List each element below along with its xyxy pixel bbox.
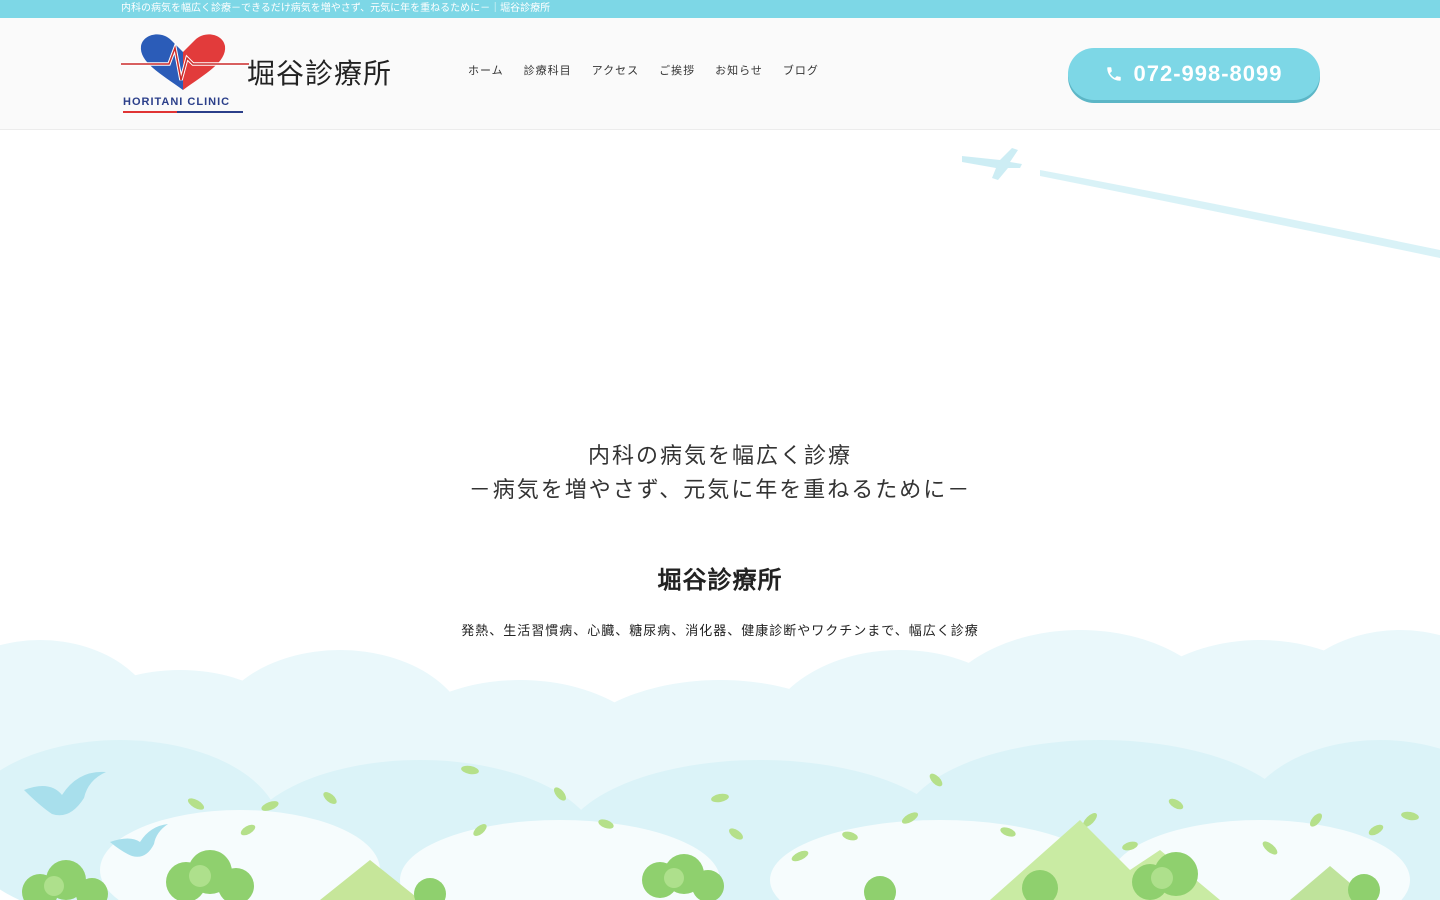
main-nav: ホーム 診療科目 アクセス ご挨拶 お知らせ ブログ [458,62,829,78]
airplane-icon [962,148,1022,180]
phone-button[interactable]: 072-998-8099 [1068,48,1320,100]
hero-tagline-line2: －病気を増やさず、元気に年を重ねるために－ [468,478,972,503]
hero-description: 発熱、生活習慣病、心臓、糖尿病、消化器、健康診断やワクチンまで、幅広く診療 [461,624,979,639]
logo-underline [123,111,243,113]
hero-tagline: 内科の病気を幅広く診療 －病気を増やさず、元気に年を重ねるために－ [0,440,1440,508]
nav-item-access[interactable]: アクセス [582,62,649,78]
top-banner: 内科の病気を幅広く診療－できるだけ病気を増やさず、元気に年を重ねるために－｜堀谷… [0,0,1440,18]
top-banner-text: 内科の病気を幅広く診療－できるだけ病気を増やさず、元気に年を重ねるために－｜堀谷… [121,3,551,14]
logo-english-name: HORITANI CLINIC [123,96,231,108]
site-header: 堀谷診療所 HORITANI CLINIC ホーム 診療科目 アクセス ご挨拶 … [0,18,1440,130]
logo-name: 堀谷診療所 [247,57,393,90]
nav-item-news[interactable]: お知らせ [705,62,773,78]
hero-section: 内科の病気を幅広く診療 －病気を増やさず、元気に年を重ねるために－ 堀谷診療所 … [0,130,1440,900]
nav-item-greeting[interactable]: ご挨拶 [649,62,705,78]
nav-item-departments[interactable]: 診療科目 [514,62,582,78]
nav-item-home[interactable]: ホーム [458,62,514,78]
hero-tagline-line1: 内科の病気を幅広く診療 [587,444,852,469]
hero-background-illustration [0,148,1440,900]
phone-number: 072-998-8099 [1133,61,1283,86]
heart-pulse-icon [121,34,249,90]
site-logo[interactable]: 堀谷診療所 HORITANI CLINIC [121,30,416,118]
hero-title: 堀谷診療所 [657,566,783,594]
phone-icon [1107,67,1122,81]
nav-item-blog[interactable]: ブログ [773,62,829,78]
